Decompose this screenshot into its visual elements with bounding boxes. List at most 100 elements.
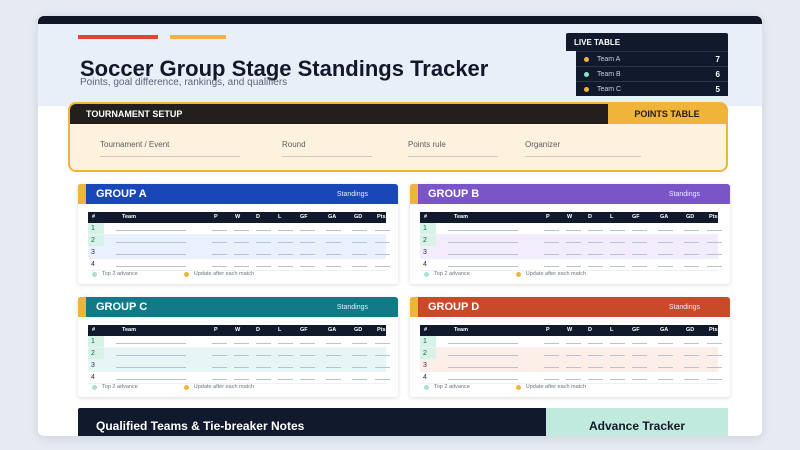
- stat-entry-line[interactable]: [300, 367, 315, 368]
- stat-entry-line[interactable]: [375, 266, 390, 267]
- stat-entry-line[interactable]: [352, 379, 367, 380]
- stat-entry-line[interactable]: [684, 266, 699, 267]
- stat-entry-line[interactable]: [326, 266, 341, 267]
- stat-entry-line[interactable]: [326, 242, 341, 243]
- stat-entry-line[interactable]: [610, 367, 625, 368]
- stat-entry-line[interactable]: [212, 343, 227, 344]
- stat-entry-line[interactable]: [278, 379, 293, 380]
- stat-entry-line[interactable]: [566, 343, 581, 344]
- stat-entry-line[interactable]: [658, 266, 673, 267]
- stat-entry-line[interactable]: [234, 266, 249, 267]
- stat-entry-line[interactable]: [544, 266, 559, 267]
- table-row[interactable]: 1: [420, 336, 722, 348]
- team-entry-line[interactable]: [116, 242, 186, 243]
- team-entry-line[interactable]: [448, 266, 518, 267]
- team-entry-line[interactable]: [116, 266, 186, 267]
- stat-entry-line[interactable]: [610, 254, 625, 255]
- stat-entry-line[interactable]: [300, 355, 315, 356]
- stat-entry-line[interactable]: [610, 343, 625, 344]
- table-row[interactable]: 2: [88, 348, 390, 360]
- team-entry-line[interactable]: [448, 379, 518, 380]
- stat-entry-line[interactable]: [352, 242, 367, 243]
- stat-entry-line[interactable]: [212, 367, 227, 368]
- stat-entry-line[interactable]: [707, 266, 722, 267]
- stat-entry-line[interactable]: [707, 242, 722, 243]
- stat-entry-line[interactable]: [352, 343, 367, 344]
- stat-entry-line[interactable]: [212, 254, 227, 255]
- stat-entry-line[interactable]: [684, 343, 699, 344]
- stat-entry-line[interactable]: [544, 367, 559, 368]
- stat-entry-line[interactable]: [544, 355, 559, 356]
- stat-entry-line[interactable]: [658, 343, 673, 344]
- stat-entry-line[interactable]: [234, 355, 249, 356]
- stat-entry-line[interactable]: [234, 254, 249, 255]
- stat-entry-line[interactable]: [684, 230, 699, 231]
- stat-entry-line[interactable]: [352, 254, 367, 255]
- team-entry-line[interactable]: [116, 367, 186, 368]
- stat-entry-line[interactable]: [234, 343, 249, 344]
- field-points-rule[interactable]: Points rule: [408, 140, 498, 157]
- team-entry-line[interactable]: [116, 343, 186, 344]
- stat-entry-line[interactable]: [566, 254, 581, 255]
- stat-entry-line[interactable]: [632, 266, 647, 267]
- stat-entry-line[interactable]: [256, 254, 271, 255]
- stat-entry-line[interactable]: [707, 343, 722, 344]
- stat-entry-line[interactable]: [256, 266, 271, 267]
- stat-entry-line[interactable]: [684, 254, 699, 255]
- stat-entry-line[interactable]: [544, 379, 559, 380]
- stat-entry-line[interactable]: [632, 254, 647, 255]
- stat-entry-line[interactable]: [326, 379, 341, 380]
- stat-entry-line[interactable]: [256, 230, 271, 231]
- stat-entry-line[interactable]: [375, 254, 390, 255]
- stat-entry-line[interactable]: [256, 367, 271, 368]
- stat-entry-line[interactable]: [352, 355, 367, 356]
- stat-entry-line[interactable]: [610, 266, 625, 267]
- stat-entry-line[interactable]: [632, 367, 647, 368]
- field-tournament-event[interactable]: Tournament / Event: [100, 140, 240, 157]
- team-entry-line[interactable]: [448, 367, 518, 368]
- stat-entry-line[interactable]: [278, 355, 293, 356]
- stat-entry-line[interactable]: [212, 242, 227, 243]
- stat-entry-line[interactable]: [588, 230, 603, 231]
- stat-entry-line[interactable]: [375, 343, 390, 344]
- stat-entry-line[interactable]: [588, 254, 603, 255]
- stat-entry-line[interactable]: [588, 355, 603, 356]
- table-row[interactable]: 1: [420, 223, 722, 235]
- stat-entry-line[interactable]: [632, 343, 647, 344]
- stat-entry-line[interactable]: [588, 367, 603, 368]
- stat-entry-line[interactable]: [326, 343, 341, 344]
- stat-entry-line[interactable]: [278, 343, 293, 344]
- stat-entry-line[interactable]: [588, 343, 603, 344]
- stat-entry-line[interactable]: [632, 379, 647, 380]
- stat-entry-line[interactable]: [212, 266, 227, 267]
- team-entry-line[interactable]: [448, 343, 518, 344]
- stat-entry-line[interactable]: [375, 379, 390, 380]
- table-row[interactable]: 1: [88, 336, 390, 348]
- stat-entry-line[interactable]: [300, 254, 315, 255]
- team-entry-line[interactable]: [448, 230, 518, 231]
- stat-entry-line[interactable]: [544, 254, 559, 255]
- stat-entry-line[interactable]: [707, 379, 722, 380]
- stat-entry-line[interactable]: [707, 254, 722, 255]
- stat-entry-line[interactable]: [544, 230, 559, 231]
- table-row[interactable]: 3: [420, 247, 722, 259]
- stat-entry-line[interactable]: [707, 367, 722, 368]
- stat-entry-line[interactable]: [684, 355, 699, 356]
- field-organizer[interactable]: Organizer: [525, 140, 641, 157]
- points-table-tab[interactable]: POINTS TABLE: [608, 104, 726, 124]
- field-round[interactable]: Round: [282, 140, 372, 157]
- stat-entry-line[interactable]: [544, 242, 559, 243]
- stat-entry-line[interactable]: [300, 230, 315, 231]
- stat-entry-line[interactable]: [234, 242, 249, 243]
- stat-entry-line[interactable]: [375, 367, 390, 368]
- stat-entry-line[interactable]: [610, 355, 625, 356]
- stat-entry-line[interactable]: [658, 242, 673, 243]
- table-row[interactable]: 4: [420, 372, 722, 384]
- stat-entry-line[interactable]: [352, 367, 367, 368]
- field-input-line[interactable]: [408, 156, 498, 157]
- table-row[interactable]: 2: [420, 235, 722, 247]
- stat-entry-line[interactable]: [658, 254, 673, 255]
- stat-entry-line[interactable]: [352, 230, 367, 231]
- stat-entry-line[interactable]: [278, 230, 293, 231]
- table-row[interactable]: 3: [88, 247, 390, 259]
